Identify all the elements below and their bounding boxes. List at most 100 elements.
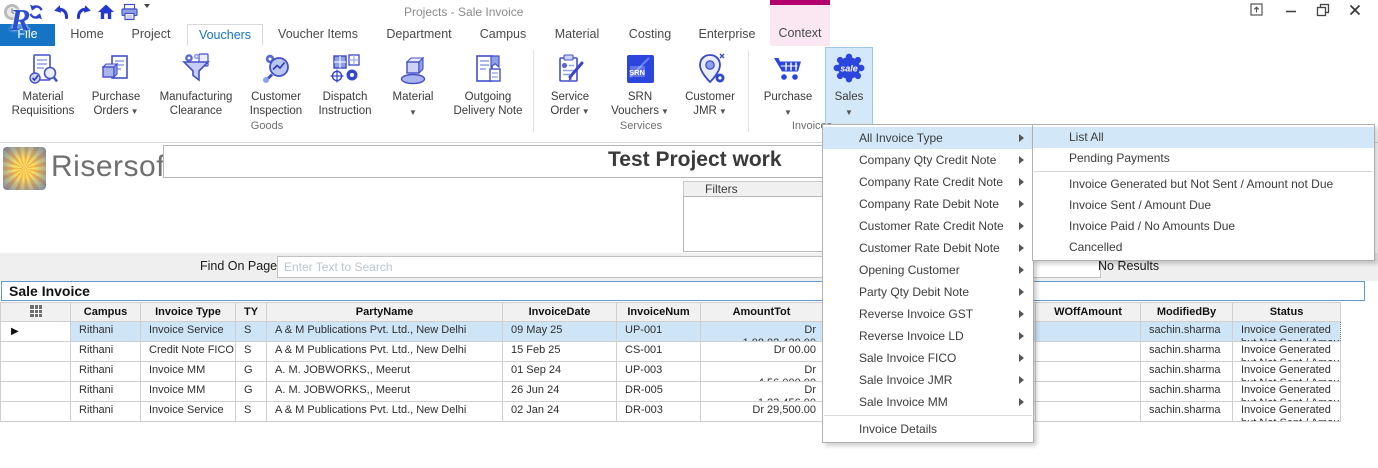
cell-modifiedby[interactable]: sachin.sharma [1141,382,1233,402]
ribbon-button-purchase-orders[interactable]: Purchase Orders▼ [84,48,148,138]
cell-woffamount[interactable] [1036,342,1141,362]
cell-invoicedate[interactable]: 01 Sep 24 [503,362,617,382]
cell-partyname[interactable]: A & M Publications Pvt. Ltd., New Delhi [267,322,503,342]
cell-invoice-type[interactable]: Invoice MM [141,362,236,382]
column-header-invoicenum[interactable]: InvoiceNum [617,303,701,322]
cell-invoicenum[interactable]: DR-005 [617,382,701,402]
menu-item-reverse-invoice-ld[interactable]: Reverse Invoice LD [823,325,1033,347]
cell-amounttot[interactable]: Dr1,23,456.00 [701,382,823,402]
menu-item-invoice-details[interactable]: Invoice Details [823,418,1033,440]
ribbon-button-outgoing-delivery-note[interactable]: Outgoing Delivery Note [448,48,528,138]
cell-partyname[interactable]: A & M Publications Pvt. Ltd., New Delhi [267,342,503,362]
ribbon-button-material-requisitions[interactable]: Material Requisitions [5,48,81,138]
cell-modifiedby[interactable]: sachin.sharma [1141,342,1233,362]
ribbon-button-material[interactable]: Material▼ [382,48,444,138]
cell-ty[interactable]: S [236,342,267,362]
cell-invoicenum[interactable]: UP-001 [617,322,701,342]
cell-partyname[interactable]: A. M. JOBWORKS,, Meerut [267,362,503,382]
cell-invoice-type[interactable]: Invoice Service [141,402,236,422]
cell-status[interactable]: Invoice Generatedbut Not Sent / Amount n… [1233,362,1341,382]
menu-item-sale-invoice-fico[interactable]: Sale Invoice FICO [823,347,1033,369]
print-icon[interactable] [120,3,138,21]
tab-costing[interactable]: Costing [618,24,682,46]
ribbon-button-dispatch-instruction[interactable]: Dispatch Instruction [311,48,379,138]
cell-campus[interactable]: Rithani [71,362,141,382]
column-header-status[interactable]: Status [1233,303,1341,322]
submenu-item-invoice-paid[interactable]: Invoice Paid / No Amounts Due [1033,216,1374,237]
submenu-item-invoice-sent-amount-due[interactable]: Invoice Sent / Amount Due [1033,195,1374,216]
cell-invoicedate[interactable]: 26 Jun 24 [503,382,617,402]
menu-item-company-rate-debit-note[interactable]: Company Rate Debit Note [823,193,1033,215]
tab-campus[interactable]: Campus [470,24,536,46]
cell-woffamount[interactable] [1036,322,1141,342]
cell-modifiedby[interactable]: sachin.sharma [1141,362,1233,382]
table-row[interactable]: Rithani Invoice Service S A & M Publicat… [1,402,1341,422]
table-row[interactable]: ▶ Rithani Invoice Service S A & M Public… [1,322,1341,342]
cell-modifiedby[interactable]: sachin.sharma [1141,402,1233,422]
tab-vouchers[interactable]: Vouchers [187,24,263,46]
cell-status[interactable]: Invoice Generatedbut Not Sent / Amount n… [1233,342,1341,362]
submenu-item-pending-payments[interactable]: Pending Payments [1033,148,1374,169]
cell-campus[interactable]: Rithani [71,322,141,342]
menu-item-party-qty-debit-note[interactable]: Party Qty Debit Note [823,281,1033,303]
cell-status[interactable]: Invoice Generatedbut Not Sent / Amount n… [1233,322,1341,342]
table-row[interactable]: Rithani Invoice MM G A. M. JOBWORKS,, Me… [1,362,1341,382]
cell-ty[interactable]: G [236,362,267,382]
column-header-ty[interactable]: TY [236,303,267,322]
cell-ty[interactable]: S [236,402,267,422]
minimize-button[interactable] [1278,3,1304,21]
tab-voucher-items[interactable]: Voucher Items [269,24,367,46]
submenu-item-list-all[interactable]: List All [1033,127,1374,148]
tab-enterprise[interactable]: Enterprise [688,24,766,46]
cell-partyname[interactable]: A & M Publications Pvt. Ltd., New Delhi [267,402,503,422]
cell-status[interactable]: Invoice Generatedbut Not Sent / Amount n… [1233,402,1341,422]
restore-button[interactable] [1310,3,1336,21]
cell-ty[interactable]: S [236,322,267,342]
cell-modifiedby[interactable]: sachin.sharma [1141,322,1233,342]
row-selector-cell[interactable] [1,362,71,382]
menu-item-opening-customer[interactable]: Opening Customer [823,259,1033,281]
column-header-campus[interactable]: Campus [71,303,141,322]
row-selector-cell[interactable] [1,342,71,362]
menu-item-sale-invoice-jmr[interactable]: Sale Invoice JMR [823,369,1033,391]
cell-invoicedate[interactable]: 09 May 25 [503,322,617,342]
cell-amounttot[interactable]: Dr4,56,000.00 [701,362,823,382]
undo-icon[interactable] [52,3,70,21]
cell-ty[interactable]: G [236,382,267,402]
row-selector-cell[interactable] [1,402,71,422]
table-row[interactable]: Rithani Credit Note FICO S A & M Publica… [1,342,1341,362]
close-button[interactable] [1342,3,1368,21]
tab-context[interactable]: Context [770,0,830,46]
cell-invoice-type[interactable]: Invoice MM [141,382,236,402]
submenu-item-cancelled[interactable]: Cancelled [1033,237,1374,258]
cell-woffamount[interactable] [1036,382,1141,402]
column-header-woffamount[interactable]: WOffAmount [1036,303,1141,322]
home-icon[interactable] [97,3,115,21]
cell-amounttot[interactable]: Dr 29,500.00 [701,402,823,422]
cell-woffamount[interactable] [1036,362,1141,382]
row-selector-cell[interactable]: ▶ [1,322,71,342]
menu-item-sale-invoice-mm[interactable]: Sale Invoice MM [823,391,1033,413]
column-header-modifiedby[interactable]: ModifiedBy [1141,303,1233,322]
menu-item-reverse-invoice-gst[interactable]: Reverse Invoice GST [823,303,1033,325]
column-header-invoice-type[interactable]: Invoice Type [141,303,236,322]
cell-campus[interactable]: Rithani [71,342,141,362]
cell-invoicedate[interactable]: 15 Feb 25 [503,342,617,362]
menu-item-customer-rate-credit-note[interactable]: Customer Rate Credit Note [823,215,1033,237]
menu-item-all-invoice-type[interactable]: All Invoice Type [823,127,1033,149]
cell-invoicenum[interactable]: UP-003 [617,362,701,382]
cell-campus[interactable]: Rithani [71,402,141,422]
menu-item-customer-rate-debit-note[interactable]: Customer Rate Debit Note [823,237,1033,259]
ribbon-collapse-icon[interactable] [1243,3,1269,21]
cell-invoicenum[interactable]: CS-001 [617,342,701,362]
cell-invoicedate[interactable]: 02 Jan 24 [503,402,617,422]
cell-amounttot[interactable]: Dr1,08,02,430.00 [701,322,823,342]
cell-invoicenum[interactable]: DR-003 [617,402,701,422]
redo-icon[interactable] [75,3,93,21]
tab-department[interactable]: Department [373,24,465,46]
menu-item-company-qty-credit-note[interactable]: Company Qty Credit Note [823,149,1033,171]
column-header-amounttot[interactable]: AmountTot [701,303,823,322]
cell-status[interactable]: Invoice Generatedbut Not Sent / Amount n… [1233,382,1341,402]
row-selector-cell[interactable] [1,382,71,402]
cell-invoice-type[interactable]: Credit Note FICO [141,342,236,362]
